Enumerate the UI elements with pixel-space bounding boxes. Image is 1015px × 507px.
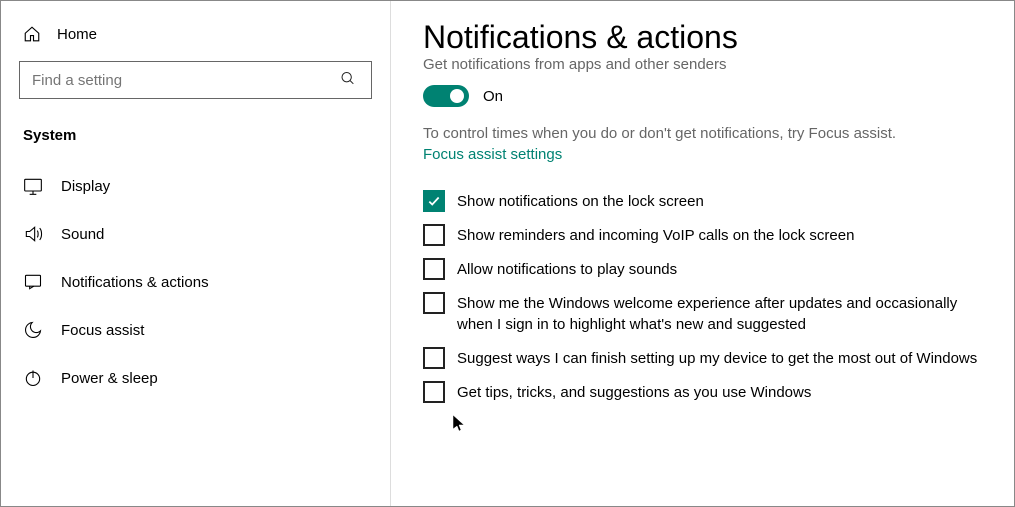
search-input[interactable] [19, 61, 372, 99]
checkbox[interactable] [423, 292, 445, 314]
focus-assist-icon [23, 320, 43, 340]
sidebar-item-label: Focus assist [61, 322, 144, 339]
checkbox[interactable] [423, 224, 445, 246]
notifications-toggle[interactable] [423, 85, 469, 107]
check-play-sounds[interactable]: Allow notifications to play sounds [423, 257, 982, 280]
checkbox[interactable] [423, 258, 445, 280]
check-lock-screen-notifications[interactable]: Show notifications on the lock screen [423, 189, 982, 212]
check-finish-setup[interactable]: Suggest ways I can finish setting up my … [423, 346, 982, 369]
check-label: Get tips, tricks, and suggestions as you… [457, 380, 811, 403]
sidebar-item-label: Sound [61, 226, 104, 243]
sidebar-item-power-sleep[interactable]: Power & sleep [1, 354, 390, 402]
display-icon [23, 176, 43, 196]
checkbox-list: Show notifications on the lock screen Sh… [423, 189, 982, 403]
home-label: Home [57, 26, 97, 43]
page-title: Notifications & actions [423, 19, 982, 56]
sidebar-item-label: Power & sleep [61, 370, 158, 387]
sidebar-item-sound[interactable]: Sound [1, 210, 390, 258]
home-link[interactable]: Home [1, 19, 390, 61]
subheading: Get notifications from apps and other se… [423, 56, 982, 73]
sidebar-item-label: Notifications & actions [61, 274, 209, 291]
check-label: Suggest ways I can finish setting up my … [457, 346, 977, 369]
check-label: Show me the Windows welcome experience a… [457, 291, 982, 335]
sidebar-item-focus-assist[interactable]: Focus assist [1, 306, 390, 354]
check-label: Show reminders and incoming VoIP calls o… [457, 223, 854, 246]
check-welcome-experience[interactable]: Show me the Windows welcome experience a… [423, 291, 982, 335]
section-label: System [1, 113, 390, 162]
sidebar-item-notifications[interactable]: Notifications & actions [1, 258, 390, 306]
check-label: Allow notifications to play sounds [457, 257, 677, 280]
power-icon [23, 368, 43, 388]
sidebar-item-label: Display [61, 178, 110, 195]
focus-assist-link[interactable]: Focus assist settings [423, 146, 562, 163]
sound-icon [23, 224, 43, 244]
check-label: Show notifications on the lock screen [457, 189, 704, 212]
checkbox[interactable] [423, 381, 445, 403]
search-icon [340, 71, 356, 90]
sidebar-item-display[interactable]: Display [1, 162, 390, 210]
check-tips-tricks[interactable]: Get tips, tricks, and suggestions as you… [423, 380, 982, 403]
main-panel: Notifications & actions Get notification… [391, 1, 1014, 506]
notifications-icon [23, 272, 43, 292]
home-icon [23, 25, 41, 43]
sidebar: Home System Display Sound [1, 1, 391, 506]
check-reminders-voip[interactable]: Show reminders and incoming VoIP calls o… [423, 223, 982, 246]
checkbox[interactable] [423, 190, 445, 212]
checkbox[interactable] [423, 347, 445, 369]
toggle-knob [450, 89, 464, 103]
focus-assist-hint: To control times when you do or don't ge… [423, 123, 982, 144]
toggle-label: On [483, 88, 503, 105]
